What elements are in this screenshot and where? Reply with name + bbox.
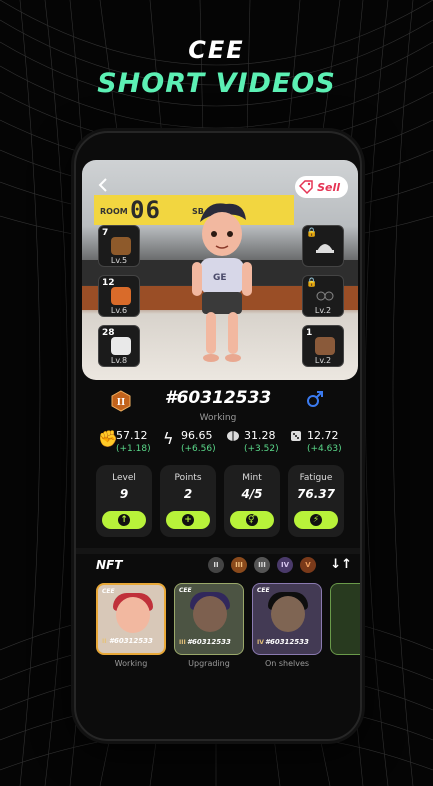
sign-left-label: ROOM	[100, 207, 128, 216]
nft-brand: CEE	[257, 587, 270, 594]
nft-status: On shelves	[264, 659, 310, 668]
rank-filter-iii-bronze[interactable]: III	[231, 557, 247, 573]
nft-avatar	[116, 597, 150, 633]
fatigue-card: Fatigue 76.37 ⚡	[288, 465, 344, 537]
level-card: Level 9 ↑	[96, 465, 152, 537]
mint-button[interactable]: ⚥	[230, 511, 274, 529]
equipment-slot-hat[interactable]: 🔒	[302, 225, 344, 267]
promo-headline: SHORT VIDEOS	[97, 68, 336, 99]
tag-icon	[299, 180, 313, 194]
stat-value: 12.72	[307, 429, 339, 442]
rank-filter-iv[interactable]: IV	[277, 557, 293, 573]
stat-value: 96.65	[181, 429, 213, 442]
nft-card[interactable]: CEE III #60312533	[174, 583, 244, 655]
dice-icon	[291, 431, 301, 441]
equipment-slot-jacket[interactable]: 7 Lv.5	[98, 225, 140, 267]
slot-level: Lv.6	[110, 306, 128, 315]
mint-card: Mint 4/5 ⚥	[224, 465, 280, 537]
stat-delta: (+1.18)	[116, 444, 151, 454]
nft-brand: CEE	[179, 587, 192, 594]
nft-id: #60312533	[187, 638, 231, 646]
nft-card-partial[interactable]	[330, 583, 360, 655]
brain-icon	[227, 431, 239, 441]
card-label: Mint	[242, 473, 262, 483]
fist-icon: ✊	[98, 429, 118, 448]
points-card: Points 2 +	[160, 465, 216, 537]
card-value: 76.37	[297, 487, 335, 501]
card-label: Fatigue	[299, 473, 333, 483]
slot-count: 7	[102, 228, 109, 238]
stat-intelligence: 31.28 (+3.52)	[224, 429, 286, 454]
mint-icon: ⚥	[246, 514, 258, 526]
back-button[interactable]	[96, 177, 116, 197]
charge-icon: ⚡	[310, 514, 322, 526]
nft-brand: CEE	[102, 588, 115, 595]
brand-logo: CEE	[188, 36, 245, 64]
equipment-slot-glasses[interactable]: 🔒 Lv.2	[302, 275, 344, 317]
sneakers-icon	[111, 337, 131, 355]
nft-card[interactable]: CEE IV #60312533	[252, 583, 322, 655]
room-number: 06	[130, 196, 161, 224]
slot-count: 1	[306, 328, 313, 338]
stat-delta: (+3.52)	[244, 444, 279, 454]
recharge-button[interactable]: ⚡	[294, 511, 338, 529]
dim-overlay	[331, 584, 360, 654]
card-value: 9	[119, 487, 129, 501]
stat-value: 57.12	[116, 429, 148, 442]
sort-icon[interactable]: ↓↑	[330, 557, 352, 572]
svg-text:GE: GE	[213, 273, 227, 283]
slot-level: Lv.8	[110, 356, 128, 365]
nft-status: Working	[114, 659, 148, 668]
rank-filter-v[interactable]: V	[300, 557, 316, 573]
jacket-icon	[111, 237, 131, 255]
nft-status: Upgrading	[188, 659, 230, 668]
stat-value: 31.28	[244, 429, 276, 442]
glasses-icon	[316, 291, 334, 301]
add-points-button[interactable]: +	[166, 511, 210, 529]
slot-level: Lv.2	[314, 306, 332, 315]
card-value: 4/5	[241, 487, 263, 501]
sell-label: Sell	[317, 180, 340, 194]
nft-id: #60312533	[109, 637, 153, 645]
equipment-slot-sneakers[interactable]: 28 Lv.8	[98, 325, 140, 367]
character-avatar[interactable]: GE	[186, 200, 256, 370]
lock-icon: 🔒	[306, 228, 318, 238]
equipment-slot-shorts[interactable]: 12 Lv.6	[98, 275, 140, 317]
slot-level: Lv.2	[314, 356, 332, 365]
sell-button[interactable]: Sell	[295, 176, 348, 198]
plus-icon: +	[182, 514, 194, 526]
arrow-up-icon: ↑	[118, 514, 130, 526]
equipment-slot-glove[interactable]: 1 Lv.2	[302, 325, 344, 367]
stat-delta: (+4.63)	[307, 444, 342, 454]
nft-card[interactable]: CEE II #60312533	[96, 583, 166, 655]
section-divider	[76, 548, 360, 554]
card-label: Level	[112, 473, 136, 483]
shorts-icon	[111, 287, 131, 305]
slot-level: Lv.5	[110, 256, 128, 265]
nft-id: #60312533	[265, 638, 309, 646]
stat-energy: ϟ 96.65 (+6.56)	[161, 429, 223, 454]
glove-icon	[315, 337, 335, 355]
stat-delta: (+6.56)	[181, 444, 216, 454]
card-label: Points	[174, 473, 202, 483]
phone-frame: ROOM 06 SB GE Sell 7 Lv.5 12 Lv.6 28 Lv.…	[74, 131, 362, 741]
lightning-icon: ϟ	[163, 429, 174, 448]
card-value: 2	[183, 487, 193, 501]
nft-section-title: NFT	[96, 558, 123, 572]
chevron-left-icon	[98, 178, 107, 192]
character-status: Working	[199, 413, 237, 423]
level-up-button[interactable]: ↑	[102, 511, 146, 529]
stat-luck: 12.72 (+4.63)	[287, 429, 349, 454]
stat-strength: ✊ 57.12 (+1.18)	[96, 429, 158, 454]
rank-filter-iii-silver[interactable]: III	[254, 557, 270, 573]
lock-icon: 🔒	[306, 278, 318, 288]
hat-icon	[316, 244, 334, 253]
male-icon	[307, 391, 323, 407]
rank-filter-ii[interactable]: II	[208, 557, 224, 573]
